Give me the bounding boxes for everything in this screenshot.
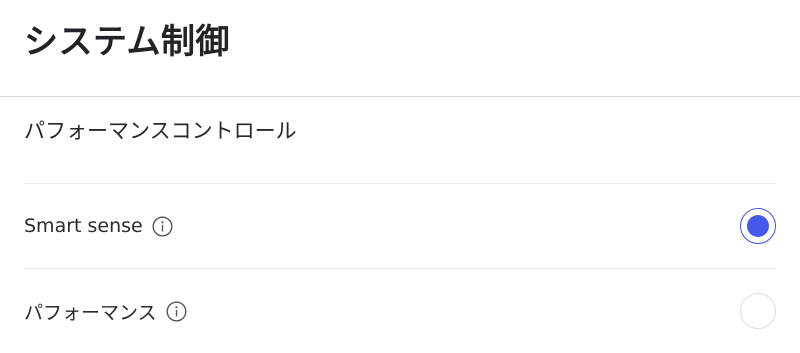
section-title: パフォーマンスコントロール bbox=[24, 119, 297, 143]
option-label-smart-sense: Smart sense bbox=[24, 215, 143, 237]
radio-smart-sense[interactable] bbox=[740, 208, 776, 244]
info-circle-icon[interactable] bbox=[166, 300, 187, 322]
option-label-group: パフォーマンス bbox=[24, 269, 187, 353]
info-circle-icon[interactable] bbox=[152, 215, 173, 237]
option-row-performance[interactable]: パフォーマンス bbox=[0, 269, 800, 353]
option-label-group: Smart sense bbox=[24, 184, 173, 268]
option-label-performance: パフォーマンス bbox=[24, 301, 157, 324]
radio-performance[interactable] bbox=[740, 293, 776, 329]
page-title: システム制御 bbox=[24, 22, 230, 62]
header-divider bbox=[0, 96, 800, 97]
radio-selected-dot bbox=[747, 215, 769, 237]
option-row-smart-sense[interactable]: Smart sense bbox=[0, 184, 800, 268]
